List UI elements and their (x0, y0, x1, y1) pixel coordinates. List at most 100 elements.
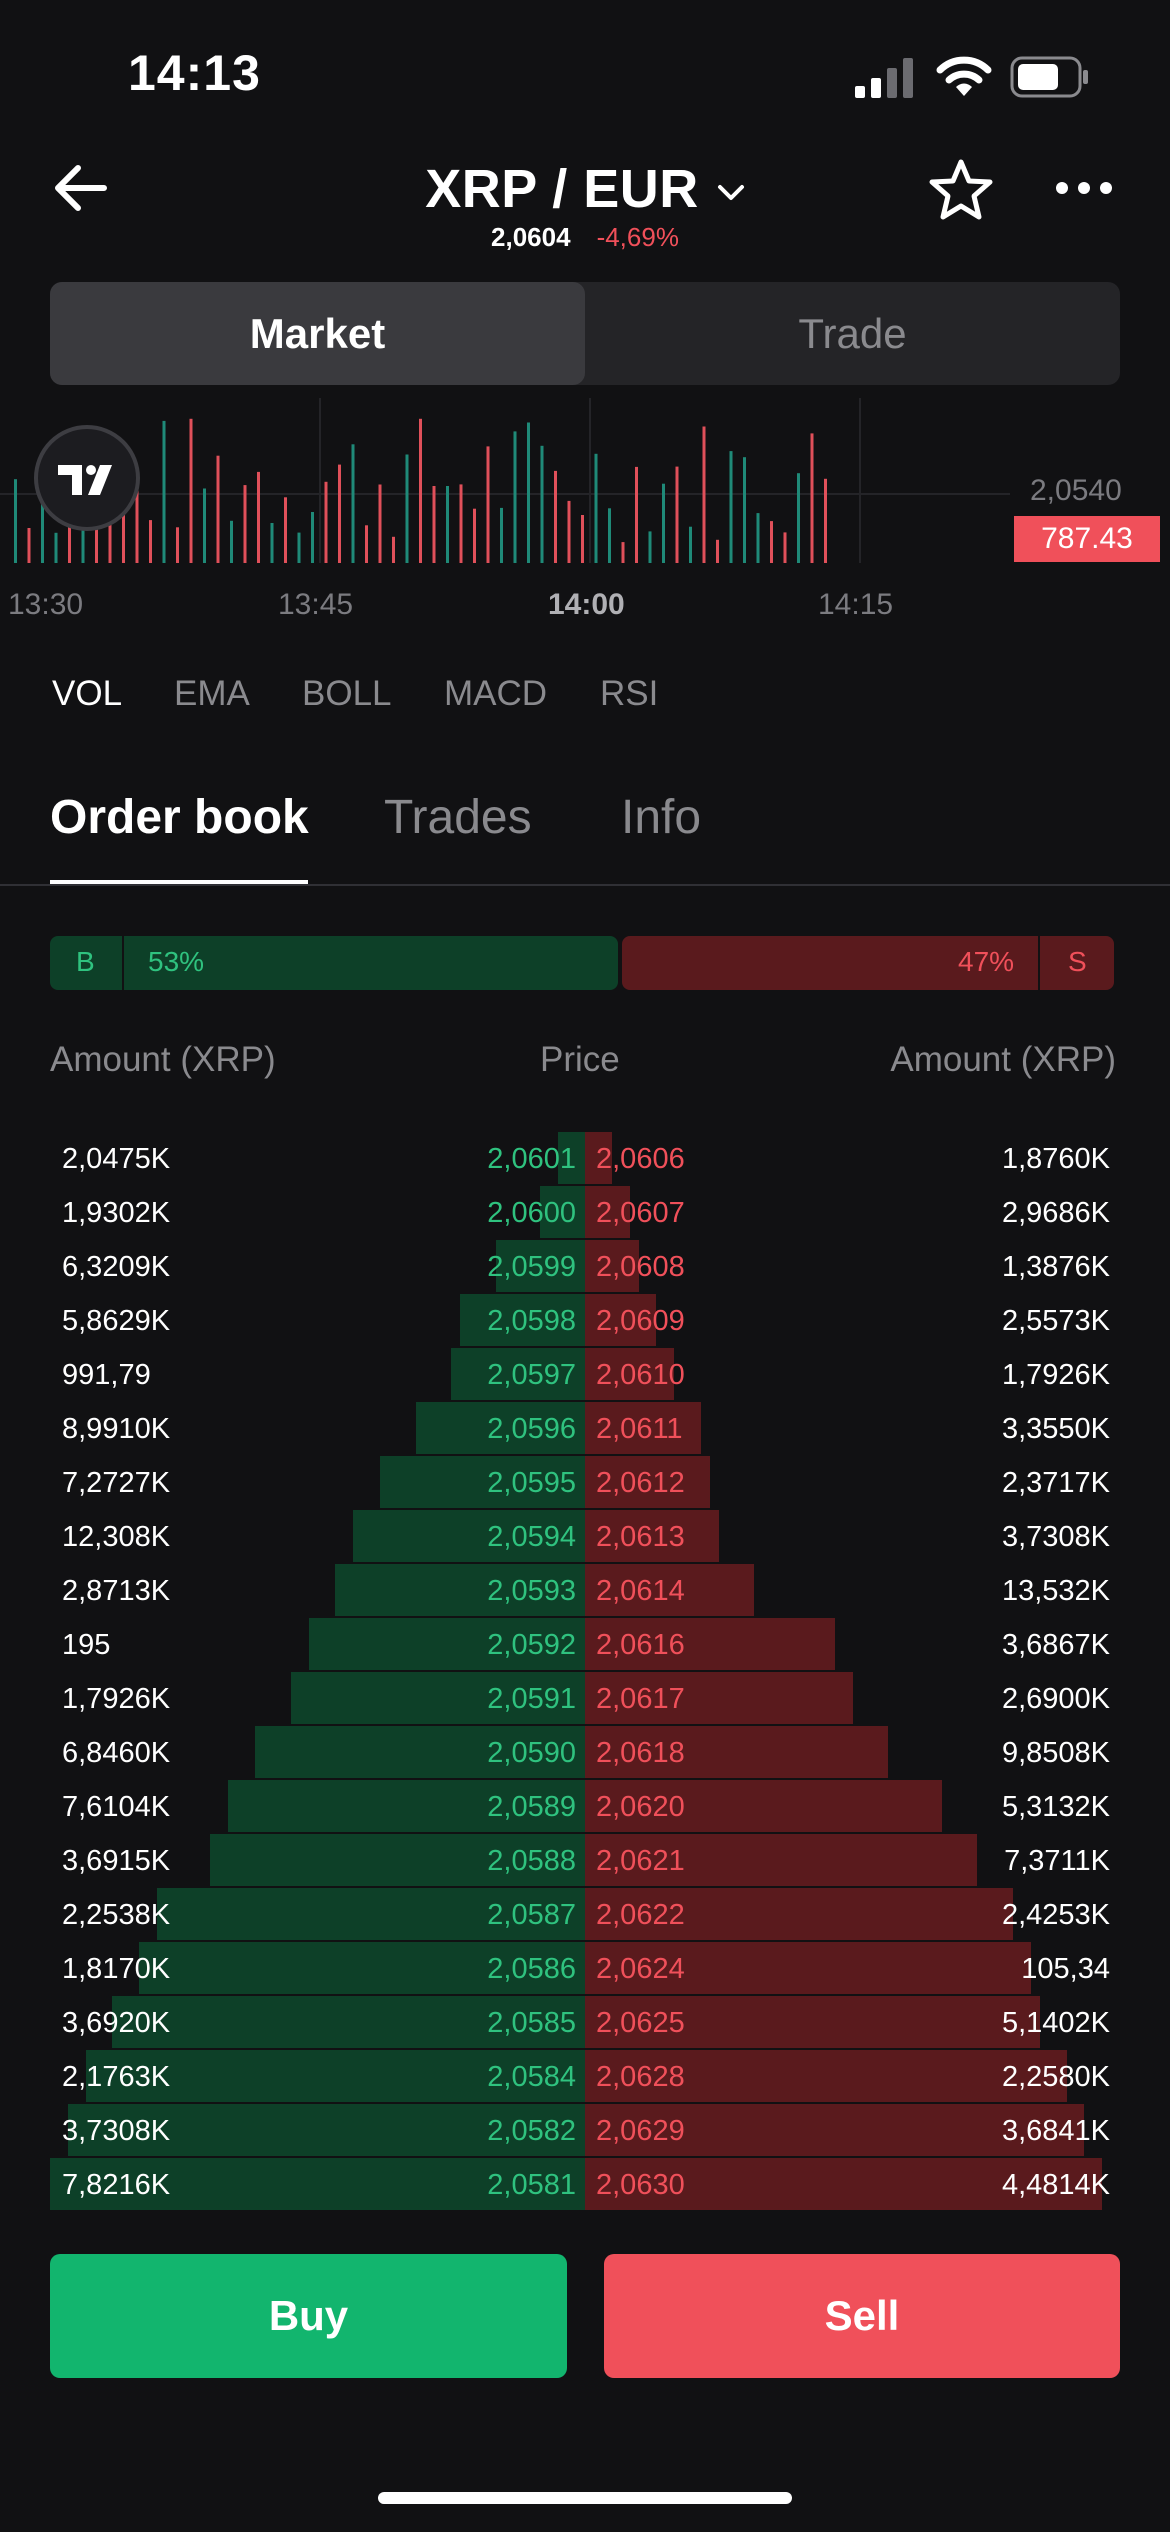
order-book-row[interactable]: 2,2538K 2,0587 2,0622 2,4253K (0, 1888, 1170, 1942)
indicator-ema[interactable]: EMA (174, 674, 250, 714)
ask-amount: 1,3876K (1001, 1251, 1110, 1283)
volume-bar (405, 454, 409, 563)
indicator-macd[interactable]: MACD (444, 674, 547, 714)
volume-bar (648, 531, 652, 563)
ask-amount: 3,6867K (1001, 1629, 1110, 1661)
volume-bar (567, 500, 571, 563)
volume-bar (770, 521, 773, 563)
ask-price: 2,0620 (596, 1791, 685, 1823)
bid-price: 2,0586 (487, 1953, 576, 1985)
volume-bar (783, 532, 787, 563)
segment-market[interactable]: Market (50, 282, 585, 385)
bid-amount: 2,1763K (62, 2061, 171, 2093)
bid-price: 2,0591 (487, 1683, 576, 1715)
time-axis-label: 13:45 (278, 588, 354, 621)
market-trade-toggle: Market Trade (50, 282, 1120, 385)
ask-price: 2,0621 (596, 1845, 685, 1877)
bid-price: 2,0597 (487, 1359, 576, 1391)
bid-price: 2,0587 (487, 1899, 576, 1931)
ask-amount: 2,3717K (1001, 1467, 1110, 1499)
ask-price: 2,0628 (596, 2061, 685, 2093)
buy-button[interactable]: Buy (50, 2254, 567, 2378)
volume-bar (162, 420, 166, 563)
ask-amount: 2,5573K (1001, 1305, 1110, 1337)
order-book-row[interactable]: 1,7926K 2,0591 2,0617 2,6900K (0, 1672, 1170, 1726)
sell-button[interactable]: Sell (604, 2254, 1120, 2378)
order-book-row[interactable]: 2,0475K 2,0601 2,0606 1,8760K (0, 1132, 1170, 1186)
volume-bar (27, 528, 31, 563)
bid-price: 2,0585 (487, 2007, 576, 2039)
order-book-row[interactable]: 5,8629K 2,0598 2,0609 2,5573K (0, 1294, 1170, 1348)
buy-percentage: 53% (148, 946, 205, 977)
sell-letter: S (1068, 946, 1087, 977)
ask-amount: 9,8508K (1001, 1737, 1110, 1769)
bid-amount: 7,8216K (62, 2169, 171, 2201)
order-book-row[interactable]: 6,8460K 2,0590 2,0618 9,8508K (0, 1726, 1170, 1780)
tradingview-logo[interactable] (34, 425, 140, 531)
bid-price: 2,0584 (487, 2061, 576, 2093)
tab-order-book[interactable]: Order book (50, 790, 309, 845)
order-book-row[interactable]: 1,8170K 2,0586 2,0624 105,34 (0, 1942, 1170, 1996)
bid-amount: 7,2727K (62, 1467, 171, 1499)
order-book-row[interactable]: 991,79 2,0597 2,0610 1,7926K (0, 1348, 1170, 1402)
bid-price: 2,0582 (487, 2115, 576, 2147)
time-axis-label: 14:00 (548, 588, 625, 621)
bid-price: 2,0593 (487, 1575, 576, 1607)
battery-icon (1010, 56, 1088, 98)
ask-price: 2,0609 (596, 1305, 685, 1337)
volume-bar (270, 523, 274, 563)
order-book-row[interactable]: 195 2,0592 2,0616 3,6867K (0, 1618, 1170, 1672)
order-book-row[interactable]: 6,3209K 2,0599 2,0608 1,3876K (0, 1240, 1170, 1294)
ask-amount: 3,3550K (1001, 1413, 1110, 1445)
order-book-row[interactable]: 3,7308K 2,0582 2,0629 3,6841K (0, 2104, 1170, 2158)
volume-bar (729, 451, 733, 563)
volume-bar (702, 426, 706, 563)
order-book-row[interactable]: 7,8216K 2,0581 2,0630 4,4814K (0, 2158, 1170, 2212)
ask-price: 2,0629 (596, 2115, 685, 2147)
volume-bar (351, 444, 355, 563)
volume-bar (500, 507, 503, 563)
bid-amount: 991,79 (62, 1359, 151, 1391)
indicator-rsi[interactable]: RSI (600, 674, 658, 714)
volume-bar (810, 433, 814, 563)
more-options-icon[interactable] (1054, 176, 1114, 200)
bid-amount: 12,308K (62, 1521, 171, 1553)
signal-icon (855, 58, 913, 98)
pair-selector[interactable]: XRP / EUR (0, 158, 1170, 220)
bid-price: 2,0601 (487, 1143, 576, 1175)
active-tab-underline (50, 880, 308, 884)
volume-bar (176, 527, 179, 563)
order-book-row[interactable]: 12,308K 2,0594 2,0613 3,7308K (0, 1510, 1170, 1564)
home-indicator[interactable] (378, 2492, 792, 2504)
price-axis-label: 2,0540 (1030, 474, 1122, 507)
tab-info[interactable]: Info (621, 790, 701, 845)
order-book-row[interactable]: 7,2727K 2,0595 2,0612 2,3717K (0, 1456, 1170, 1510)
volume-bar (257, 471, 260, 563)
ratio-separator (1038, 936, 1040, 990)
tab-trades[interactable]: Trades (384, 790, 532, 845)
bid-amount: 2,0475K (62, 1143, 171, 1175)
ask-amount: 13,532K (1001, 1575, 1110, 1607)
ask-price: 2,0612 (596, 1467, 685, 1499)
volume-bar (149, 520, 152, 563)
order-book-row[interactable]: 2,8713K 2,0593 2,0614 13,532K (0, 1564, 1170, 1618)
order-book-row[interactable]: 8,9910K 2,0596 2,0611 3,3550K (0, 1402, 1170, 1456)
order-book-row[interactable]: 3,6920K 2,0585 2,0625 5,1402K (0, 1996, 1170, 2050)
ask-amount: 3,6841K (1001, 2115, 1110, 2147)
order-book-row[interactable]: 2,1763K 2,0584 2,0628 2,2580K (0, 2050, 1170, 2104)
volume-bar (446, 486, 449, 563)
order-book-row[interactable]: 7,6104K 2,0589 2,0620 5,3132K (0, 1780, 1170, 1834)
indicator-vol[interactable]: VOL (52, 674, 122, 714)
bid-amount-header: Amount (XRP) (50, 1040, 276, 1079)
order-book-row[interactable]: 1,9302K 2,0600 2,0607 2,9686K (0, 1186, 1170, 1240)
sell-percentage: 47% (958, 946, 1015, 977)
bid-price: 2,0599 (487, 1251, 576, 1283)
segment-trade[interactable]: Trade (585, 282, 1120, 385)
bid-amount: 3,6920K (62, 2007, 171, 2039)
indicator-boll[interactable]: BOLL (302, 674, 392, 714)
star-icon[interactable] (928, 158, 994, 222)
bid-amount: 1,9302K (62, 1197, 171, 1229)
bid-price: 2,0594 (487, 1521, 576, 1553)
ask-price: 2,0616 (596, 1629, 685, 1661)
order-book-row[interactable]: 3,6915K 2,0588 2,0621 7,3711K (0, 1834, 1170, 1888)
